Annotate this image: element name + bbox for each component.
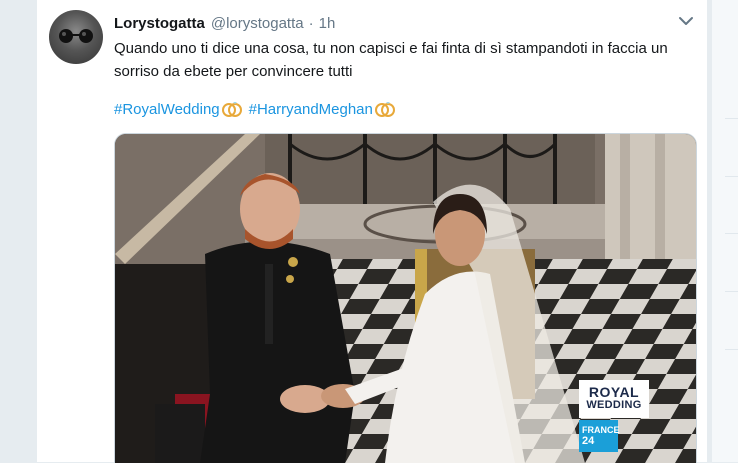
hashtag-label[interactable]: #RoyalWedding (114, 101, 220, 118)
display-name[interactable]: Lorystogatta (114, 15, 205, 32)
wedding-rings-icon (374, 102, 395, 117)
sidebar-divider (725, 233, 738, 234)
separator-dot: · (308, 14, 314, 32)
badge-line-1: ROYAL (588, 384, 640, 400)
user-handle[interactable]: @lorystogatta (211, 15, 304, 32)
badge-line-2: WEDDING (586, 399, 642, 411)
tweet-header: Lorystogatta @lorystogatta · 1h (114, 13, 335, 33)
tweet-media-video[interactable]: ROYAL WEDDING FRANCE 24 (114, 133, 697, 463)
sidebar-divider (725, 349, 738, 350)
wedding-rings-icon (221, 102, 242, 117)
france24-logo: FRANCE 24 (579, 420, 620, 452)
sidebar-divider (725, 291, 738, 292)
sidebar-card (712, 0, 738, 462)
royal-wedding-badge: ROYAL WEDDING FRANCE 24 (579, 380, 649, 452)
sidebar-divider (725, 176, 738, 177)
sidebar-divider (725, 118, 738, 119)
hashtag-label[interactable]: #HarryandMeghan (249, 101, 373, 118)
chevron-down-icon[interactable] (677, 14, 695, 28)
hashtag-list: #RoyalWedding #HarryandMeghan (114, 100, 396, 118)
tweet-text: Quando uno ti dice una cosa, tu non capi… (114, 40, 668, 80)
right-sidebar (707, 0, 738, 462)
tweet-timestamp[interactable]: 1h (319, 15, 336, 32)
avatar[interactable] (49, 10, 103, 64)
network-number: 24 (582, 435, 595, 447)
sunglasses-icon (59, 29, 93, 43)
hashtag-harryandmeghan[interactable]: #HarryandMeghan (249, 100, 396, 118)
left-gutter (0, 0, 36, 462)
tweet-card[interactable]: Lorystogatta @lorystogatta · 1h Quando u… (36, 0, 708, 463)
hashtag-royalwedding[interactable]: #RoyalWedding (114, 100, 243, 118)
